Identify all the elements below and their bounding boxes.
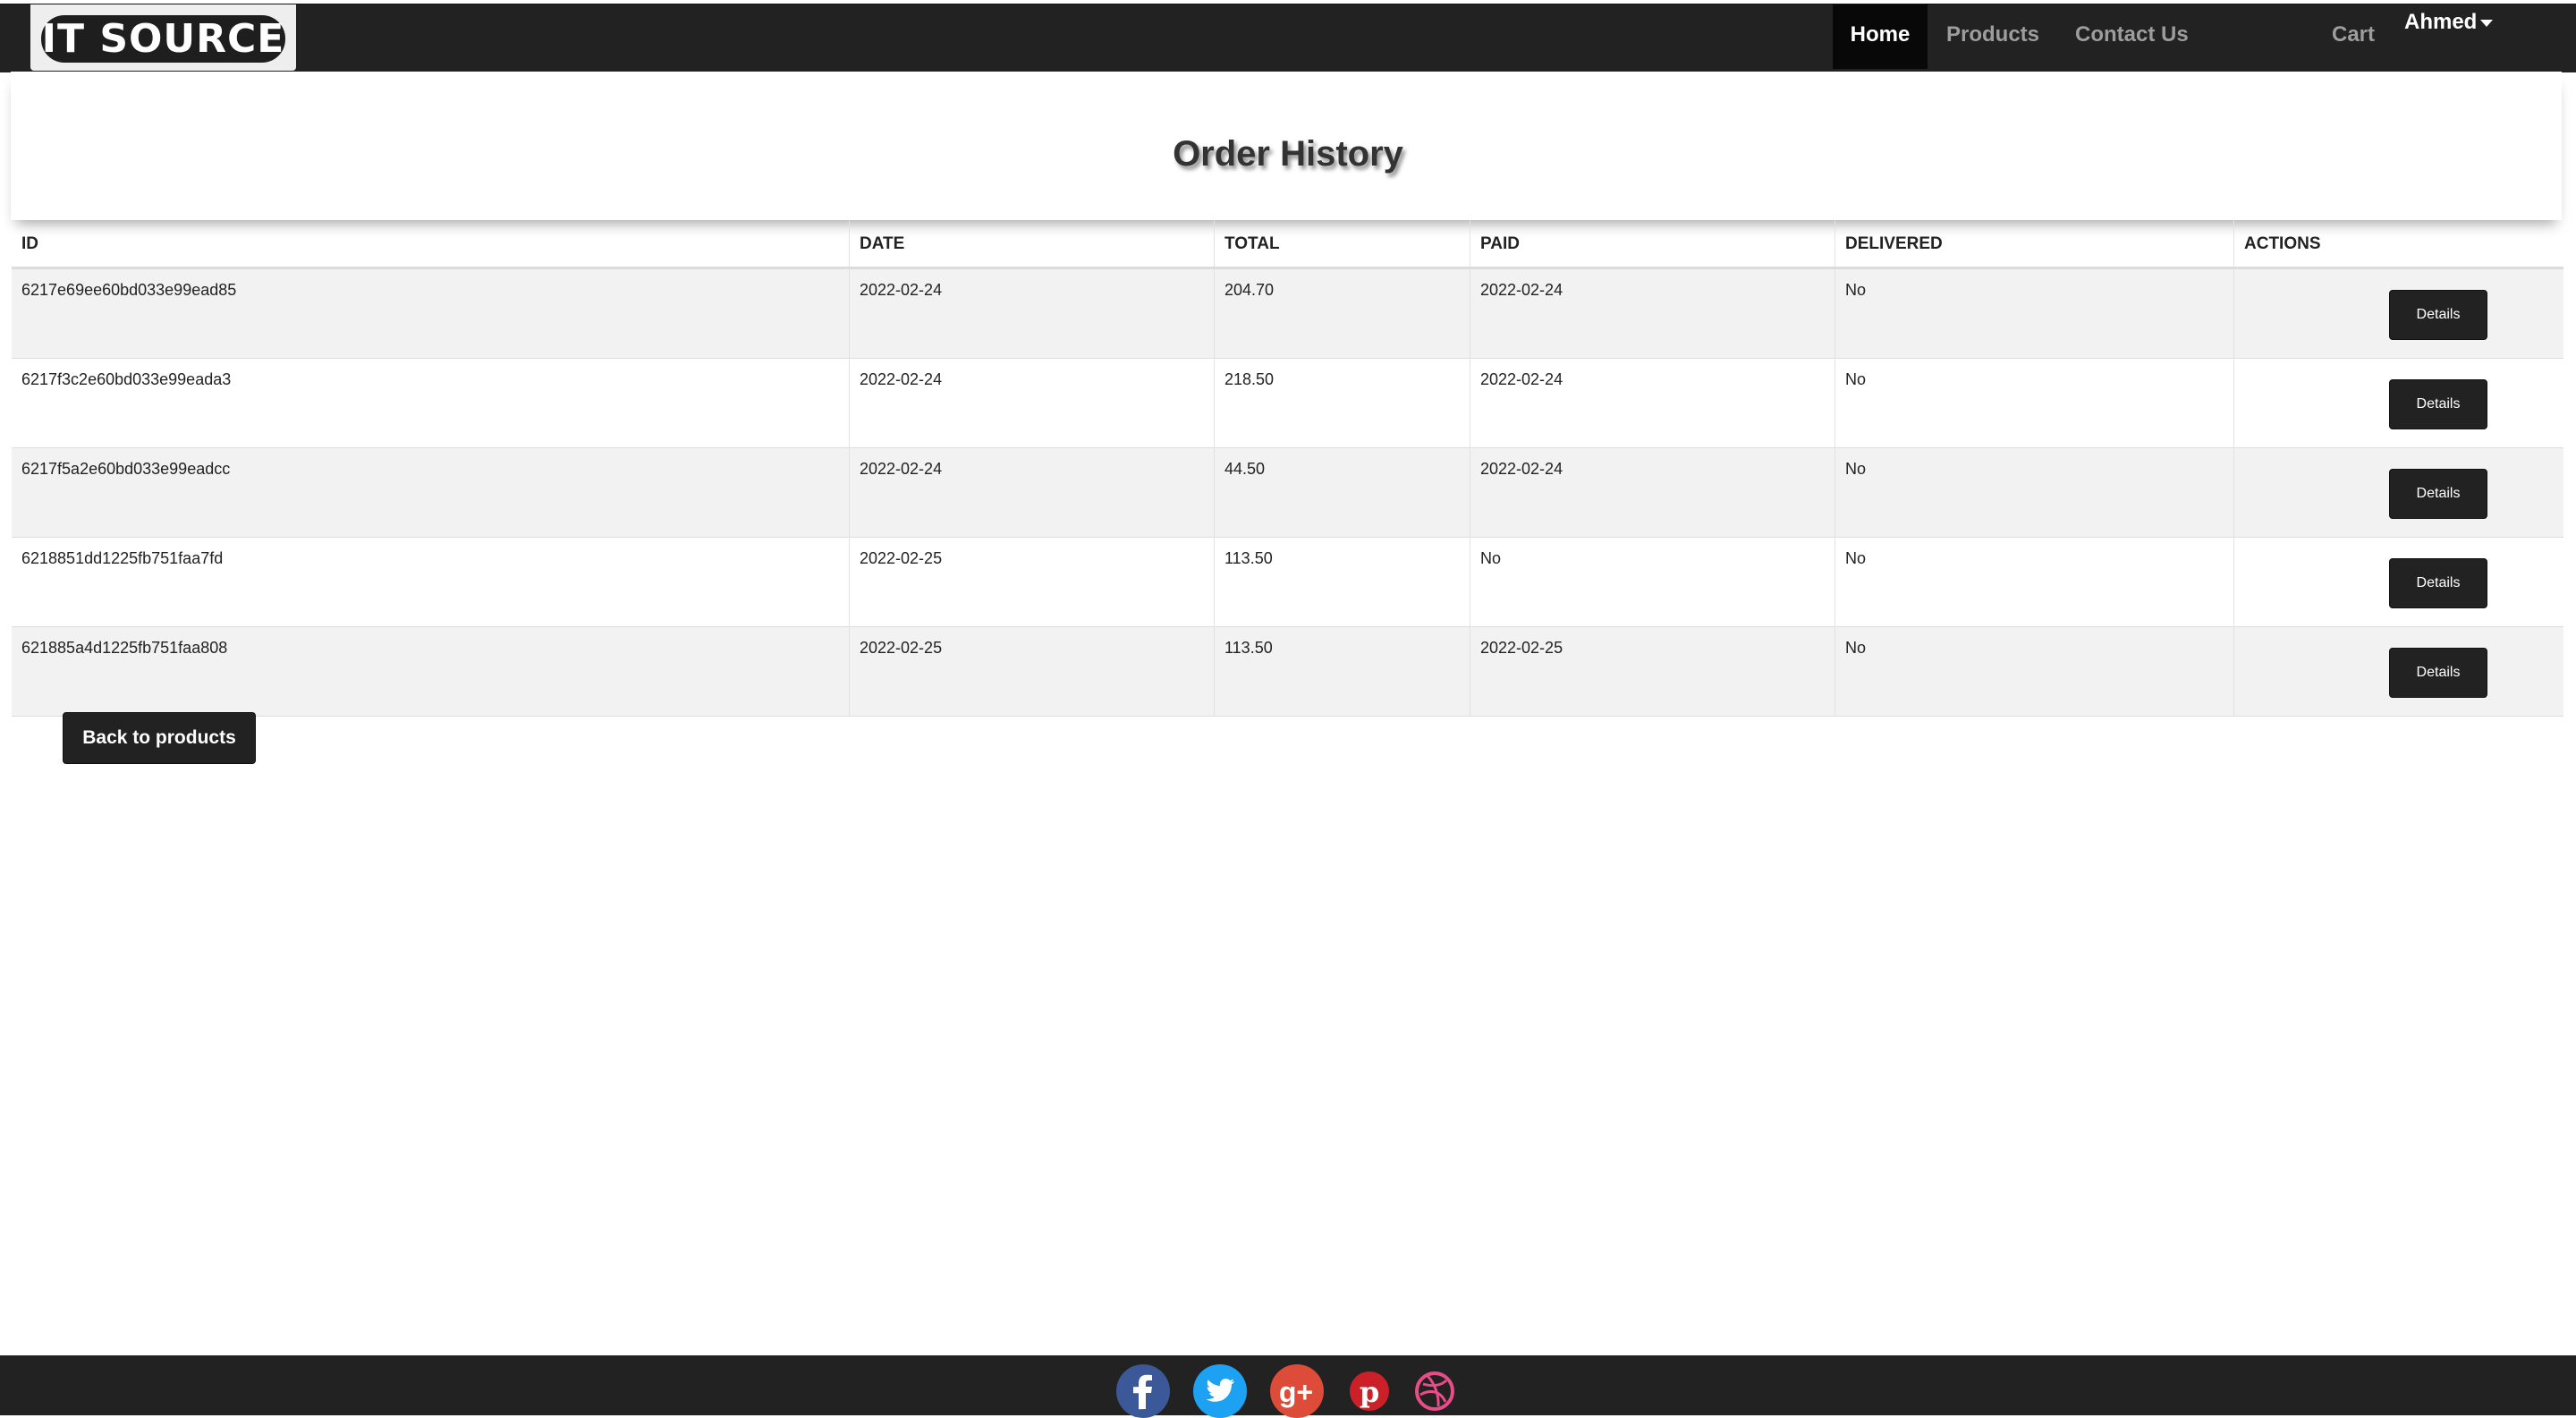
svg-text:p: p [1360,1375,1379,1409]
details-button[interactable]: Details [2389,290,2487,340]
order-paid-cell: No [1470,537,1835,627]
order-total-cell: 113.50 [1214,626,1470,717]
order-delivered-cell: No [1835,267,2234,359]
table-header-row: ID DATE TOTAL PAID DELIVERED ACTIONS [12,220,2563,269]
nav-home-link[interactable]: Home [1833,4,1928,69]
details-button[interactable]: Details [2389,379,2487,429]
order-date-cell: 2022-02-24 [849,447,1215,538]
table-row: 621885a4d1225fb751faa808 2022-02-25 113.… [12,626,2563,717]
column-header-date: DATE [849,220,1215,269]
order-id-cell: 6217f5a2e60bd033e99eadcc [12,447,850,538]
order-delivered-cell: No [1835,626,2234,717]
order-actions-cell: Details [2233,358,2563,448]
svg-text:g+: g+ [1279,1376,1313,1408]
order-id-cell: 6218851dd1225fb751faa7fd [12,537,850,627]
details-button[interactable]: Details [2389,558,2487,608]
order-actions-cell: Details [2233,447,2563,538]
nav-cart-link[interactable]: Cart [2332,4,2375,69]
nav-contact-link[interactable]: Contact Us [2075,4,2189,69]
order-paid-cell: 2022-02-24 [1470,447,1835,538]
column-header-actions: ACTIONS [2233,220,2563,269]
order-total-cell: 204.70 [1214,267,1470,359]
twitter-icon[interactable] [1193,1364,1247,1418]
order-paid-cell: 2022-02-24 [1470,267,1835,359]
brand-logo-text: IT SOURCE [41,15,285,63]
top-navbar: IT SOURCE Home Products Contact Us Cart … [0,4,2576,72]
order-date-cell: 2022-02-25 [849,537,1215,627]
details-button[interactable]: Details [2389,469,2487,519]
table-row: 6217f5a2e60bd033e99eadcc 2022-02-24 44.5… [12,447,2563,538]
order-date-cell: 2022-02-24 [849,358,1215,448]
back-to-products-button[interactable]: Back to products [63,712,256,764]
order-id-cell: 621885a4d1225fb751faa808 [12,626,850,717]
order-actions-cell: Details [2233,267,2563,359]
user-name: Ahmed [2404,10,2478,34]
order-date-cell: 2022-02-24 [849,267,1215,359]
order-actions-cell: Details [2233,626,2563,717]
order-total-cell: 44.50 [1214,447,1470,538]
column-header-delivered: DELIVERED [1835,220,2234,269]
column-header-paid: PAID [1470,220,1835,269]
order-total-cell: 218.50 [1214,358,1470,448]
column-header-id: ID [12,220,850,269]
table-row: 6217e69ee60bd033e99ead85 2022-02-24 204.… [12,267,2563,359]
order-id-cell: 6217f3c2e60bd033e99eada3 [12,358,850,448]
order-delivered-cell: No [1835,537,2234,627]
table-row: 6217f3c2e60bd033e99eada3 2022-02-24 218.… [12,358,2563,448]
order-date-cell: 2022-02-25 [849,626,1215,717]
order-id-cell: 6217e69ee60bd033e99ead85 [12,267,850,359]
pinterest-icon[interactable]: p [1343,1364,1396,1418]
nav-products-link[interactable]: Products [1946,4,2039,69]
table-row: 6218851dd1225fb751faa7fd 2022-02-25 113.… [12,537,2563,627]
page-title: Order History [1173,134,1403,174]
order-delivered-cell: No [1835,358,2234,448]
caret-down-icon [2480,19,2494,27]
google-plus-icon[interactable]: g+ [1270,1364,1324,1418]
order-paid-cell: 2022-02-24 [1470,358,1835,448]
order-delivered-cell: No [1835,447,2234,538]
column-header-total: TOTAL [1214,220,1470,269]
order-total-cell: 113.50 [1214,537,1470,627]
user-menu-dropdown[interactable]: Ahmed [2404,4,2494,69]
order-paid-cell: 2022-02-25 [1470,626,1835,717]
dribbble-icon[interactable] [1408,1364,1462,1418]
brand-logo[interactable]: IT SOURCE [30,4,296,71]
facebook-icon[interactable] [1116,1364,1170,1418]
footer: g+ p [0,1355,2576,1418]
order-actions-cell: Details [2233,537,2563,627]
order-history-table: ID DATE TOTAL PAID DELIVERED ACTIONS 621… [12,220,2563,717]
details-button[interactable]: Details [2389,648,2487,698]
